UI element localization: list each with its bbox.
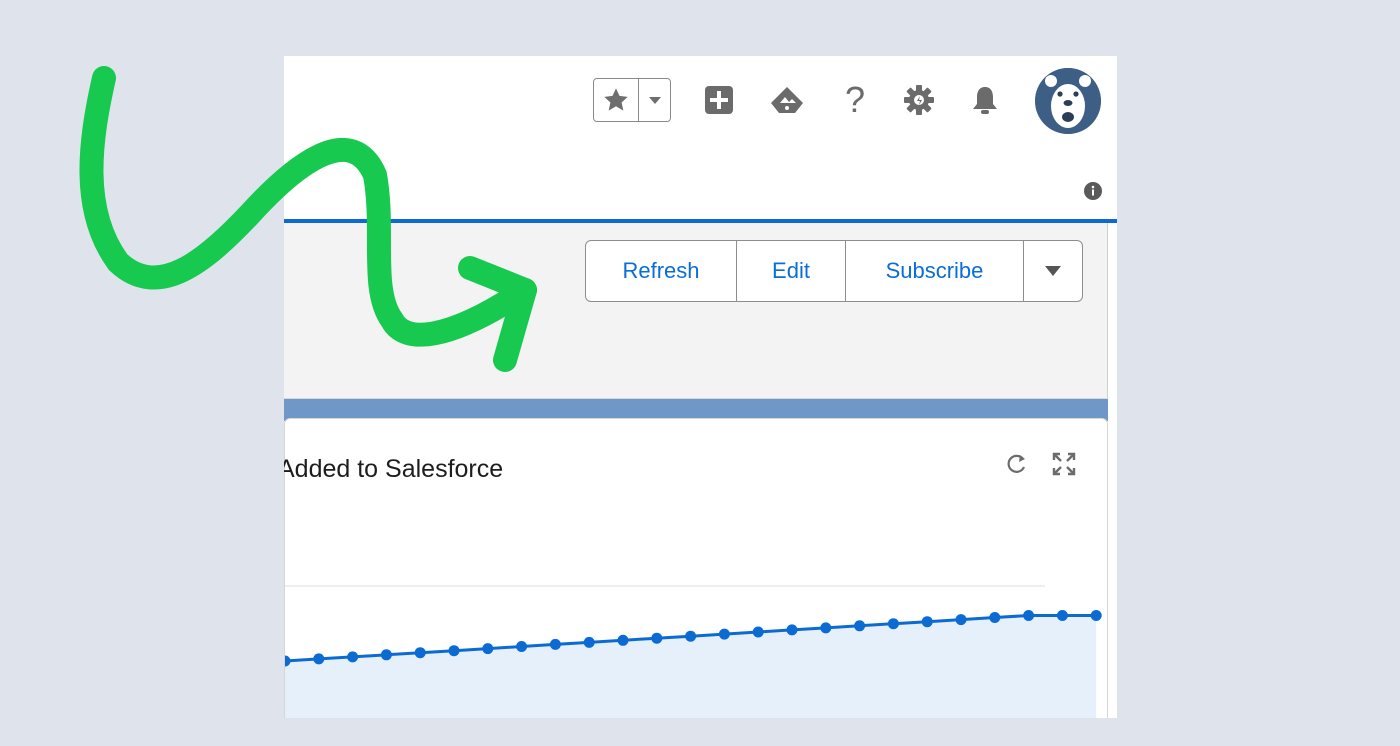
more-actions-chevron-down-icon[interactable] bbox=[1024, 241, 1082, 301]
data-point-12[interactable] bbox=[685, 630, 697, 642]
edit-button[interactable]: Edit bbox=[737, 241, 846, 301]
data-point-6[interactable] bbox=[482, 643, 494, 655]
data-point-14[interactable] bbox=[752, 626, 764, 638]
star-icon[interactable] bbox=[594, 79, 639, 121]
add-icon[interactable] bbox=[699, 80, 739, 120]
data-point-13[interactable] bbox=[718, 628, 730, 640]
data-point-2[interactable] bbox=[347, 651, 359, 663]
data-point-3[interactable] bbox=[380, 649, 392, 661]
bear-avatar-icon[interactable] bbox=[1035, 68, 1101, 134]
trailhead-icon[interactable] bbox=[767, 80, 807, 120]
data-point-1[interactable] bbox=[313, 653, 325, 665]
right-edge bbox=[1108, 223, 1117, 718]
data-point-22[interactable] bbox=[1023, 610, 1035, 621]
report-card: Added to Salesforce bbox=[284, 418, 1108, 718]
data-point-20[interactable] bbox=[955, 614, 967, 626]
chart-area bbox=[285, 585, 1102, 718]
data-point-7[interactable] bbox=[516, 641, 528, 652]
help-icon[interactable]: ? bbox=[835, 79, 875, 120]
info-icon[interactable] bbox=[1084, 182, 1102, 200]
data-point-9[interactable] bbox=[583, 636, 595, 648]
setup-gear-icon[interactable] bbox=[899, 80, 939, 120]
data-point-16[interactable] bbox=[820, 622, 832, 634]
refresh-button[interactable]: Refresh bbox=[586, 241, 737, 301]
dashboard-header-panel: Refresh Edit Subscribe bbox=[284, 223, 1108, 399]
data-point-17[interactable] bbox=[854, 620, 866, 632]
data-point-10[interactable] bbox=[617, 634, 629, 646]
dashboard-actions: Refresh Edit Subscribe bbox=[585, 240, 1083, 302]
global-header: ? bbox=[284, 56, 1117, 216]
data-point-23[interactable] bbox=[1056, 610, 1068, 621]
data-point-15[interactable] bbox=[786, 624, 798, 636]
data-point-21[interactable] bbox=[989, 612, 1001, 623]
data-point-19[interactable] bbox=[921, 616, 933, 628]
data-point-24[interactable] bbox=[1090, 610, 1102, 621]
data-point-8[interactable] bbox=[549, 638, 561, 650]
salesforce-dashboard: ? Refresh Edit Subscribe Added to Salesf… bbox=[284, 56, 1117, 718]
subscribe-button[interactable]: Subscribe bbox=[846, 241, 1024, 301]
favorites-button-group bbox=[593, 78, 671, 122]
notifications-bell-icon[interactable] bbox=[965, 80, 1005, 120]
data-point-18[interactable] bbox=[887, 618, 899, 630]
data-point-4[interactable] bbox=[414, 647, 426, 659]
favorites-menu-chevron-down-icon[interactable] bbox=[639, 79, 670, 121]
data-point-5[interactable] bbox=[448, 645, 460, 657]
data-point-11[interactable] bbox=[651, 632, 663, 644]
